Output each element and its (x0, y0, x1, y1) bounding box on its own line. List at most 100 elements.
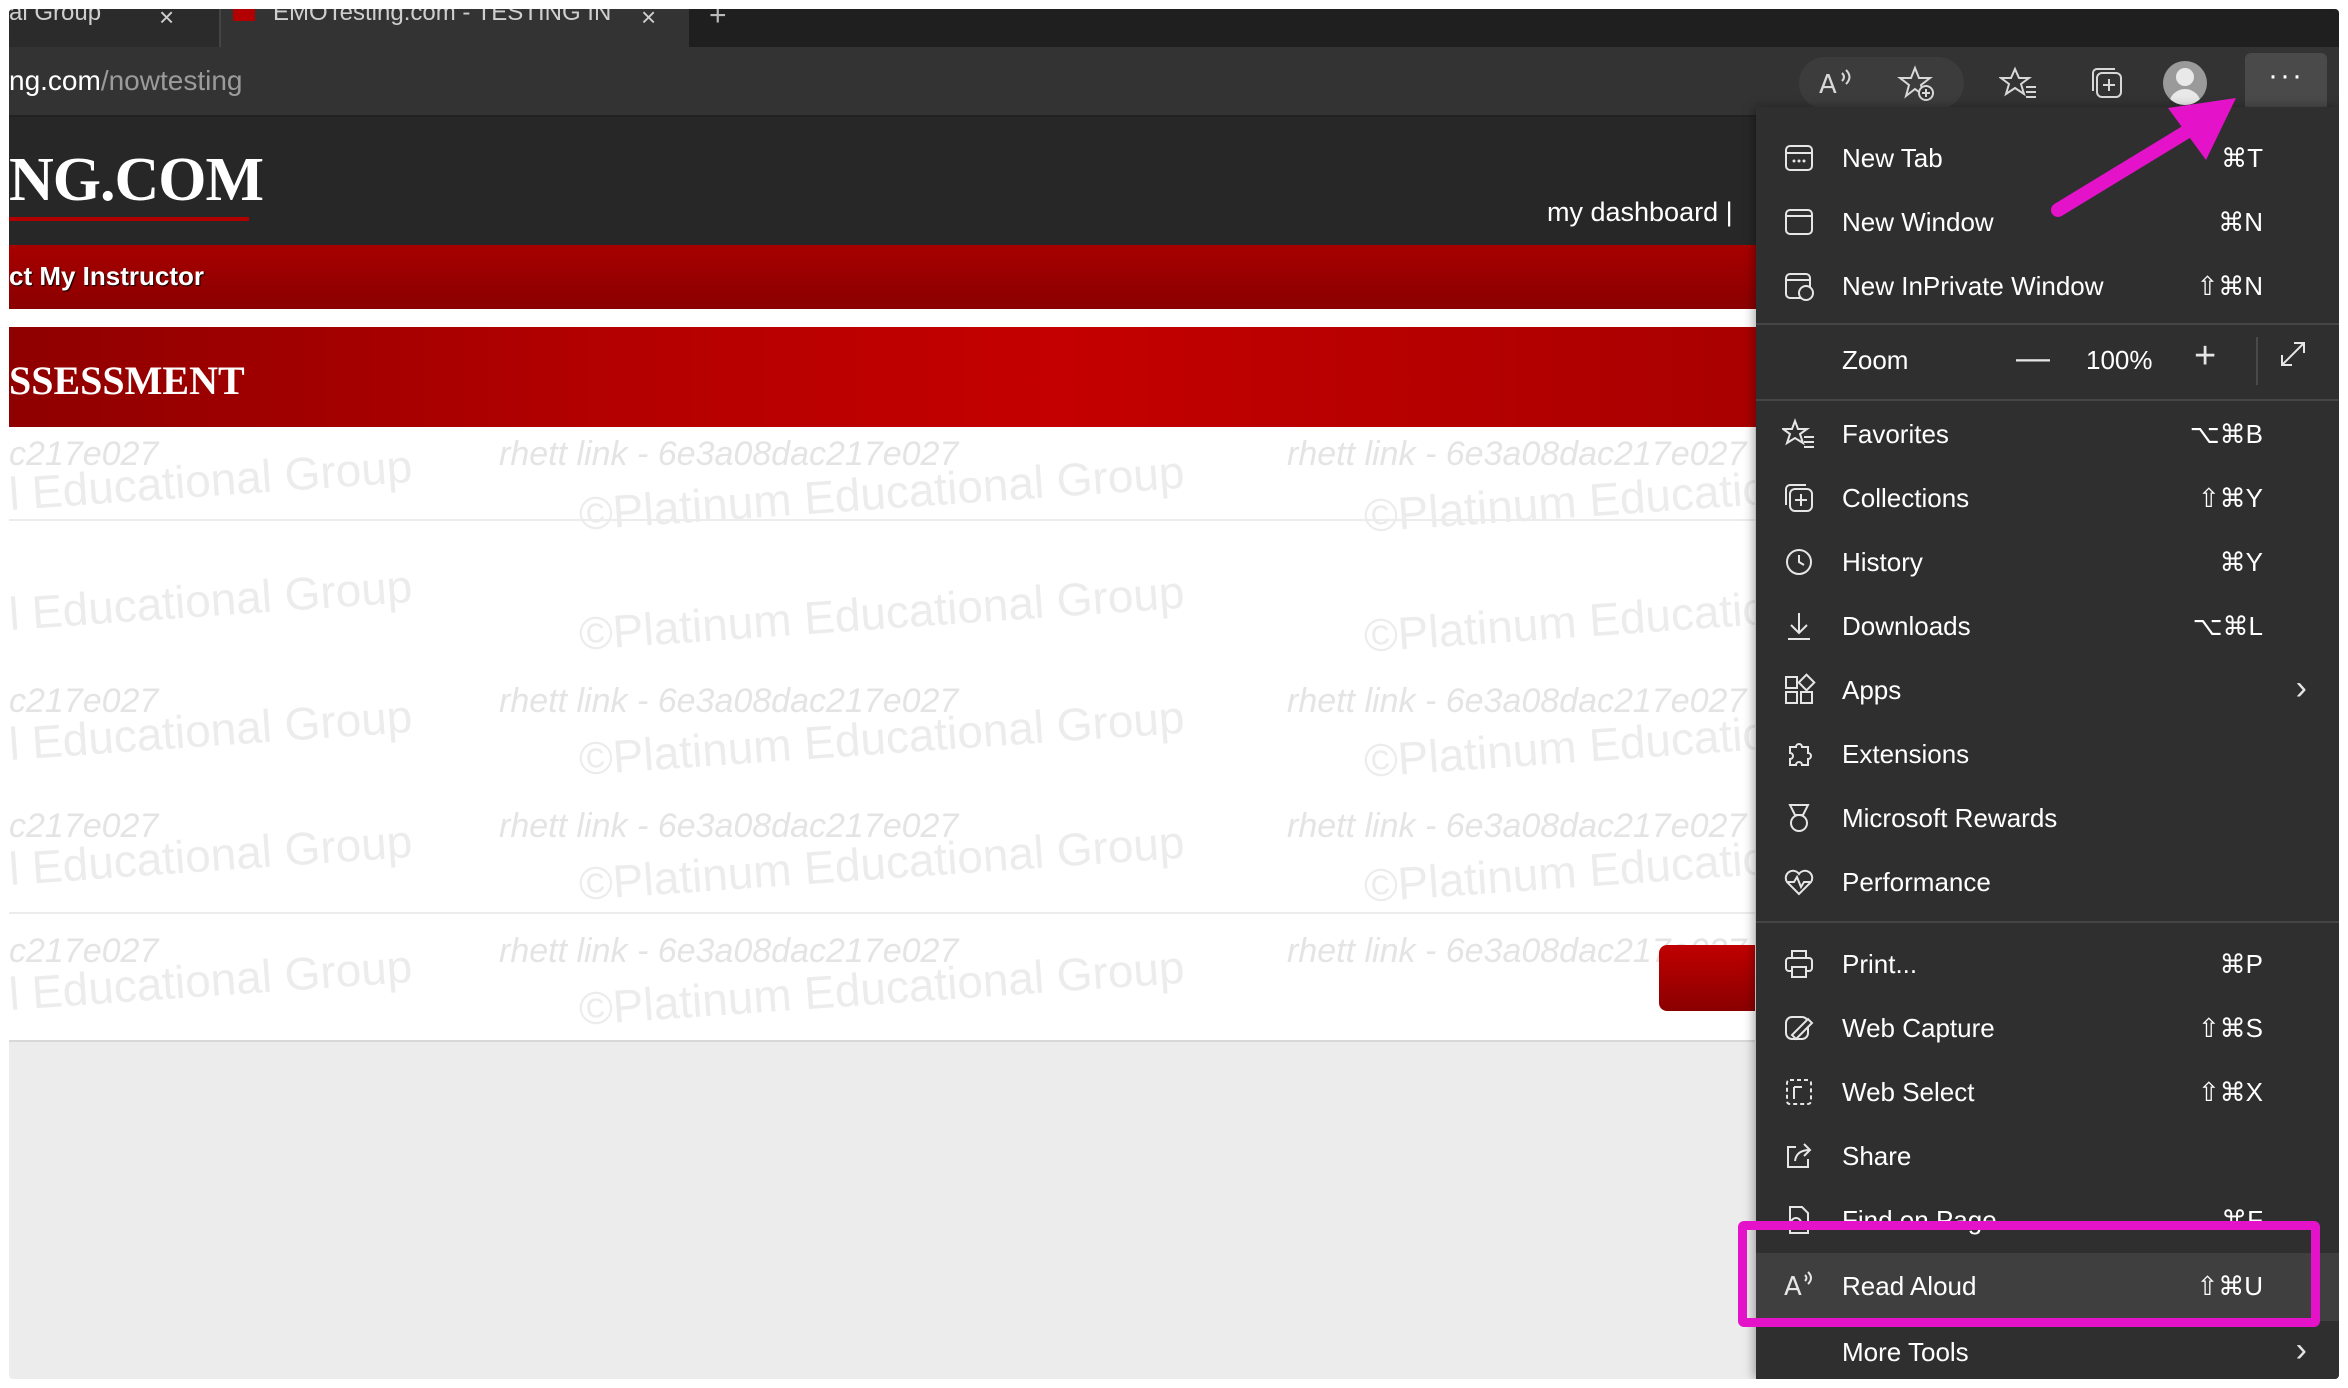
performance-icon (1782, 865, 1816, 899)
new-tab-button[interactable]: + (709, 9, 727, 33)
zoom-out-button[interactable]: — (2016, 339, 2050, 378)
menu-item-shortcut: ⌥⌘L (2192, 611, 2263, 641)
start-assessment-button[interactable] (1659, 945, 1755, 1011)
menu-item-web-select[interactable]: Web Select ⇧⌘X (1756, 1061, 2339, 1125)
menu-item-label: History (1842, 547, 1923, 577)
zoom-in-button[interactable]: + (2194, 335, 2216, 378)
menu-item-share[interactable]: Share (1756, 1125, 2339, 1189)
zoom-label: Zoom (1842, 345, 1909, 375)
watermark-text: ©Platinum Educational Group (1362, 568, 1755, 662)
watermark-text: ©Platinum Educational Group (577, 565, 1187, 660)
menu-item-label: Collections (1842, 483, 1970, 513)
logo-underline (9, 217, 249, 221)
favorites-icon (1779, 417, 1816, 451)
menu-item-label: Performance (1842, 867, 1991, 897)
fullscreen-icon[interactable] (2276, 337, 2310, 380)
read-aloud-highlight-box (1738, 1221, 2320, 1327)
close-icon[interactable]: × (159, 9, 174, 30)
tab-title: EMOTesting.com - TESTING IN (273, 9, 612, 26)
menu-item-new-inprivate-window[interactable]: New InPrivate Window ⇧⌘N (1756, 255, 2339, 319)
read-aloud-icon[interactable]: A (1815, 63, 1855, 103)
favorites-icon[interactable] (1998, 63, 2039, 103)
menu-item-more-tools[interactable]: More Tools › (1756, 1321, 2339, 1379)
menu-item-shortcut: ⇧⌘X (2197, 1077, 2263, 1107)
menu-item-web-capture[interactable]: Web Capture ⇧⌘S (1756, 997, 2339, 1061)
site-favicon-icon (233, 9, 255, 21)
menu-item-apps[interactable]: Apps › (1756, 659, 2339, 723)
menu-item-new-tab[interactable]: New Tab ⌘T (1756, 127, 2339, 191)
menu-item-shortcut: ⌘Y (2219, 547, 2263, 577)
rewards-icon (1782, 801, 1816, 835)
watermark-text: l Educational Group (9, 559, 414, 640)
tab-previous[interactable]: al Group × (9, 9, 219, 47)
menu-item-shortcut: ⇧⌘Y (2197, 483, 2263, 513)
menu-item-new-window[interactable]: New Window ⌘N (1756, 191, 2339, 255)
tab-active[interactable]: EMOTesting.com - TESTING IN × (219, 9, 689, 47)
menu-item-label: Apps (1842, 675, 1902, 705)
menu-item-shortcut: ⌘N (2218, 207, 2263, 237)
address-bar[interactable]: ng.com/nowtesting (9, 65, 242, 97)
zoom-value: 100% (2086, 345, 2153, 375)
watermark-area: c217e027 rhett link - 6e3a08dac217e027 r… (9, 427, 1755, 1042)
divider (9, 912, 1755, 914)
menu-item-label: New Tab (1842, 143, 1943, 173)
menu-item-label: Downloads (1842, 611, 1971, 641)
zoom-control: Zoom — 100% + (1756, 325, 2339, 397)
more-menu-button[interactable]: ··· (2245, 53, 2327, 111)
contact-instructor-link[interactable]: ct My Instructor (9, 261, 204, 292)
chevron-right-icon: › (2295, 669, 2307, 707)
tab-title: al Group (9, 9, 102, 26)
menu-item-performance[interactable]: Performance (1756, 851, 2339, 915)
menu-item-label: Extensions (1842, 739, 1970, 769)
menu-item-label: Print... (1842, 949, 1918, 979)
menu-item-label: Favorites (1842, 419, 1949, 449)
extensions-icon (1782, 737, 1816, 771)
chevron-right-icon: › (2295, 1331, 2307, 1369)
collections-icon[interactable] (2087, 63, 2127, 103)
menu-item-print[interactable]: Print... ⌘P (1756, 933, 2339, 997)
web-capture-icon (1782, 1011, 1816, 1045)
url-path: /nowtesting (100, 65, 243, 96)
menu-item-shortcut: ⌥⌘B (2189, 419, 2263, 449)
menu-item-shortcut: ⇧⌘S (2197, 1013, 2263, 1043)
menu-item-extensions[interactable]: Extensions (1756, 723, 2339, 787)
menu-item-collections[interactable]: Collections ⇧⌘Y (1756, 467, 2339, 531)
menu-item-shortcut: ⌘P (2219, 949, 2263, 979)
inprivate-icon (1782, 269, 1816, 303)
share-icon (1782, 1139, 1816, 1173)
tab-strip: al Group × EMOTesting.com - TESTING IN ×… (9, 9, 2339, 47)
menu-separator (1756, 921, 2339, 923)
apps-icon (1782, 673, 1816, 707)
dashboard-link[interactable]: my dashboard | (1547, 197, 1733, 228)
menu-item-favorites[interactable]: Favorites ⌥⌘B (1756, 403, 2339, 467)
menu-item-label: New InPrivate Window (1842, 271, 2104, 301)
new-tab-icon (1782, 141, 1816, 175)
new-window-icon (1782, 205, 1816, 239)
menu-item-label: Web Capture (1842, 1013, 1995, 1043)
site-logo[interactable]: NG.COM (9, 145, 264, 216)
add-favorite-icon[interactable] (1897, 63, 1937, 103)
url-domain: ng.com (9, 65, 101, 96)
menu-item-history[interactable]: History ⌘Y (1756, 531, 2339, 595)
menu-item-label: Web Select (1842, 1077, 1975, 1107)
menu-separator (1756, 399, 2339, 401)
svg-text:A: A (1819, 70, 1837, 100)
download-icon (1782, 609, 1816, 643)
zoom-divider (2256, 337, 2258, 385)
menu-item-microsoft-rewards[interactable]: Microsoft Rewards (1756, 787, 2339, 851)
menu-item-downloads[interactable]: Downloads ⌥⌘L (1756, 595, 2339, 659)
menu-item-shortcut: ⌘T (2221, 143, 2263, 173)
menu-item-label: New Window (1842, 207, 1994, 237)
menu-item-label: Share (1842, 1141, 1912, 1171)
browser-more-menu: New Tab ⌘T New Window ⌘N New InPrivate W… (1756, 107, 2339, 1379)
browser-window: al Group × EMOTesting.com - TESTING IN ×… (9, 9, 2339, 1379)
close-icon[interactable]: × (641, 9, 656, 30)
history-icon (1782, 545, 1816, 579)
collections-icon (1782, 481, 1816, 515)
menu-item-label: Microsoft Rewards (1842, 803, 2058, 833)
menu-item-label: More Tools (1842, 1337, 1969, 1367)
web-select-icon (1782, 1075, 1816, 1109)
menu-item-shortcut: ⇧⌘N (2196, 271, 2263, 301)
profile-avatar[interactable] (2163, 61, 2207, 105)
print-icon (1782, 947, 1816, 981)
